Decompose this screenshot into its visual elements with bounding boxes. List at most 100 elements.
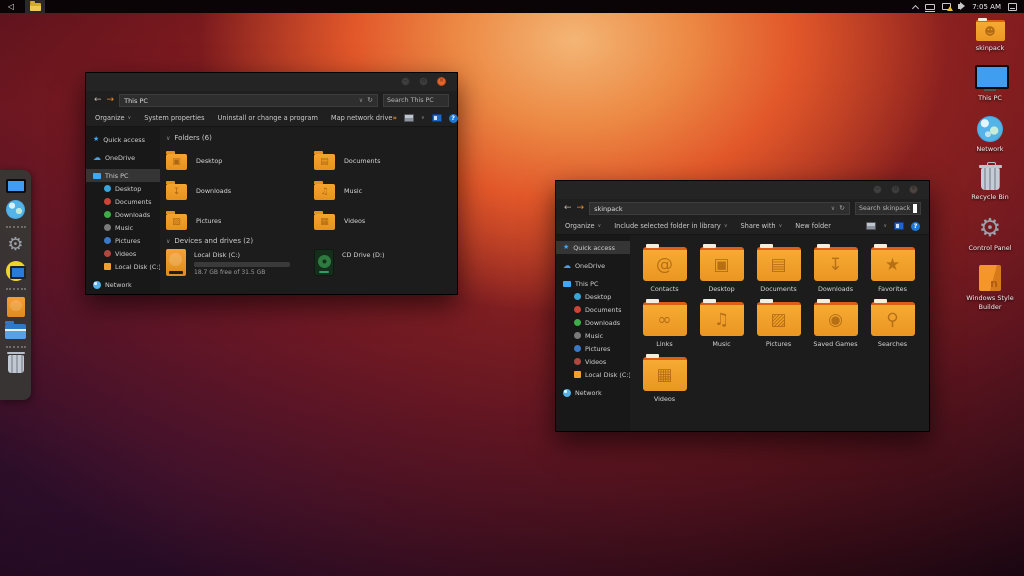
address-bar[interactable]: This PC [119, 94, 378, 107]
minimize-button[interactable] [401, 77, 410, 86]
sidebar-item[interactable]: Pictures [556, 342, 630, 355]
forward-button[interactable]: → [577, 204, 585, 213]
chevron-down-icon[interactable] [831, 205, 835, 212]
maximize-button[interactable] [419, 77, 428, 86]
sidebar-item[interactable]: Pictures [86, 234, 160, 247]
sidebar-item[interactable]: Network [556, 386, 630, 399]
sidebar-item[interactable]: Music [556, 329, 630, 342]
dock-item[interactable] [6, 200, 25, 219]
folder-item[interactable]: ▣ Desktop [693, 247, 750, 293]
folder-item[interactable]: ▦ Videos [636, 357, 693, 403]
dock-item[interactable] [6, 226, 26, 228]
preview-pane-icon[interactable] [432, 114, 442, 122]
taskbar-explorer-button[interactable] [25, 0, 45, 13]
search-input[interactable]: Search skinpack [855, 202, 921, 215]
toolbar-item[interactable]: Share with [740, 222, 782, 230]
folder-item[interactable]: ↧ Downloads [166, 176, 314, 206]
desktop-icon[interactable]: Network [959, 116, 1021, 153]
sidebar-item[interactable]: OneDrive [86, 151, 160, 164]
change-view-icon[interactable] [404, 114, 414, 122]
folder-item[interactable]: ♫ Music [314, 176, 457, 206]
dock-item[interactable] [7, 297, 25, 317]
dock-item[interactable] [8, 355, 24, 373]
folder-item[interactable]: ♫ Music [693, 302, 750, 348]
help-icon[interactable] [911, 222, 920, 231]
sidebar-item[interactable]: OneDrive [556, 259, 630, 272]
drive-item[interactable]: Local Disk (C:) 18.7 GB free of 31.5 GB [166, 249, 314, 276]
desktop[interactable]: ◁ 7:05 AM [0, 0, 1024, 576]
sidebar-item[interactable]: Downloads [556, 316, 630, 329]
sidebar-item[interactable]: Documents [556, 303, 630, 316]
maximize-button[interactable] [891, 185, 900, 194]
sidebar-item[interactable]: Videos [86, 247, 160, 260]
minimize-button[interactable] [873, 185, 882, 194]
dock-item[interactable] [6, 179, 26, 193]
desktop-icon[interactable]: Recycle Bin [959, 166, 1021, 201]
dock-item[interactable] [6, 288, 26, 290]
folder-item[interactable]: ↧ Downloads [807, 247, 864, 293]
chevron-down-icon[interactable] [421, 115, 425, 121]
toolbar-item[interactable]: Include selected folder in library [614, 222, 727, 230]
start-button[interactable]: ◁ [0, 0, 22, 13]
sidebar-item[interactable]: Videos [556, 355, 630, 368]
sidebar-item[interactable]: Music [86, 221, 160, 234]
close-button[interactable] [437, 77, 446, 86]
sidebar-item[interactable]: Downloads [86, 208, 160, 221]
chevron-down-icon[interactable] [359, 97, 363, 104]
sidebar-item[interactable]: This PC [556, 277, 630, 290]
section-header-folders[interactable]: Folders (6) [166, 134, 457, 142]
folder-item[interactable]: @ Contacts [636, 247, 693, 293]
dock-item[interactable] [7, 235, 23, 254]
address-bar[interactable]: skinpack [589, 202, 850, 215]
toolbar-item[interactable]: New folder [795, 222, 831, 230]
sidebar-item[interactable]: Quick access [556, 241, 630, 254]
sidebar-item[interactable]: Desktop [556, 290, 630, 303]
sidebar-item[interactable]: Documents [86, 195, 160, 208]
dock-item[interactable] [5, 324, 26, 339]
more-commands-icon[interactable]: » [392, 114, 397, 122]
change-view-icon[interactable] [866, 222, 876, 230]
toolbar-item[interactable]: Organize [95, 114, 131, 122]
sidebar-item[interactable]: Desktop [86, 182, 160, 195]
clock[interactable]: 7:05 AM [972, 3, 1001, 11]
folder-item[interactable]: ▣ Desktop [166, 146, 314, 176]
folder-item[interactable]: ▨ Pictures [750, 302, 807, 348]
toolbar-item[interactable]: Organize [565, 222, 601, 230]
titlebar[interactable] [556, 181, 929, 199]
volume-icon[interactable] [958, 4, 961, 9]
desktop-icon[interactable]: This PC [959, 65, 1021, 102]
desktop-icon[interactable]: skinpack [959, 20, 1021, 52]
refresh-icon[interactable] [367, 97, 373, 104]
back-button[interactable]: ← [564, 204, 572, 213]
close-button[interactable] [909, 185, 918, 194]
sidebar-item[interactable]: Network [86, 278, 160, 291]
folder-item[interactable]: ◉ Saved Games [807, 302, 864, 348]
chevron-down-icon[interactable] [883, 223, 887, 229]
titlebar[interactable] [86, 73, 457, 91]
sidebar-item[interactable]: Local Disk (C:) [556, 368, 630, 381]
preview-pane-icon[interactable] [894, 222, 904, 230]
sidebar-item[interactable]: Quick access [86, 133, 160, 146]
dock-item[interactable] [6, 261, 26, 281]
dock-item[interactable] [6, 346, 26, 348]
toolbar-item[interactable]: Uninstall or change a program [218, 114, 318, 122]
desktop-icon[interactable]: Control Panel [959, 215, 1021, 252]
folder-item[interactable]: ▤ Documents [314, 146, 457, 176]
folder-item[interactable]: ★ Favorites [864, 247, 921, 293]
folder-item[interactable]: ∞ Links [636, 302, 693, 348]
section-header-drives[interactable]: Devices and drives (2) [166, 237, 457, 245]
refresh-icon[interactable] [839, 205, 845, 212]
toolbar-item[interactable]: System properties [144, 114, 204, 122]
folder-item[interactable]: ⚲ Searches [864, 302, 921, 348]
help-icon[interactable] [449, 114, 458, 123]
forward-button[interactable]: → [107, 96, 115, 105]
action-center-icon[interactable] [1008, 3, 1017, 11]
toolbar-item[interactable]: Map network drive [331, 114, 393, 122]
desktop-icon[interactable]: Windows Style Builder [959, 265, 1021, 311]
search-input[interactable]: Search This PC [383, 94, 449, 107]
folder-item[interactable]: ▤ Documents [750, 247, 807, 293]
sidebar-item[interactable]: Local Disk (C:) [86, 260, 160, 273]
show-hidden-icons-chevron[interactable] [912, 4, 919, 11]
network-warning-icon[interactable] [942, 3, 951, 10]
back-button[interactable]: ← [94, 96, 102, 105]
